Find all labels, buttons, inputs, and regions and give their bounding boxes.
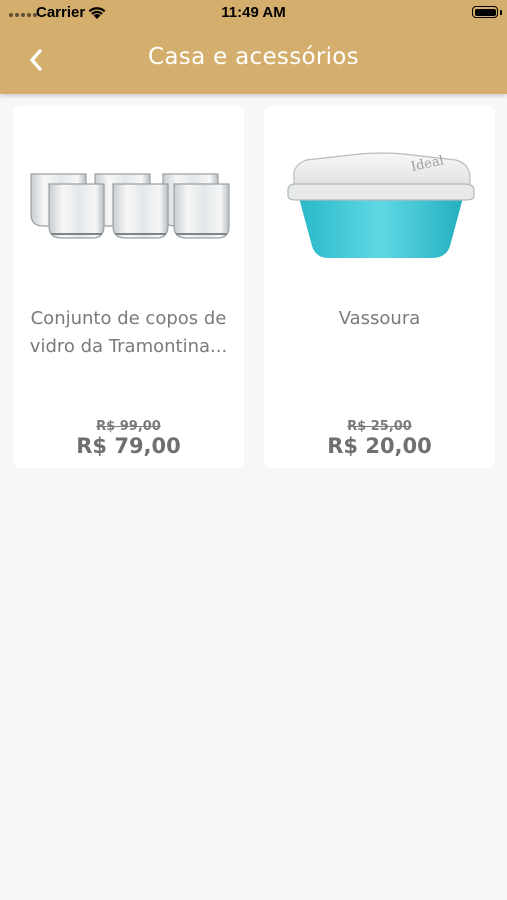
status-bar: Carrier 11:49 AM xyxy=(0,0,507,28)
product-name: Vassoura xyxy=(338,308,421,329)
glasses-set-image xyxy=(13,126,244,291)
product-price: R$ 20,00 xyxy=(327,434,432,458)
page-title: Casa e acessórios xyxy=(148,44,359,70)
app-header: Carrier 11:49 AM Casa e acessórios xyxy=(0,0,507,94)
product-card[interactable]: Ideal Vassoura R$ 25,00 R$ 20,00 xyxy=(264,106,495,468)
product-old-price: R$ 99,00 xyxy=(96,419,161,434)
product-name: Conjunto de copos de vidro da Tramontina… xyxy=(29,308,228,357)
product-price: R$ 79,00 xyxy=(76,434,181,458)
product-old-price: R$ 25,00 xyxy=(347,419,412,434)
product-card[interactable]: Conjunto de copos de vidro da Tramontina… xyxy=(13,106,244,468)
product-grid: Conjunto de copos de vidro da Tramontina… xyxy=(13,106,495,468)
food-container-image: Ideal xyxy=(264,126,495,291)
clock: 11:49 AM xyxy=(221,4,286,21)
battery-icon xyxy=(472,6,498,18)
